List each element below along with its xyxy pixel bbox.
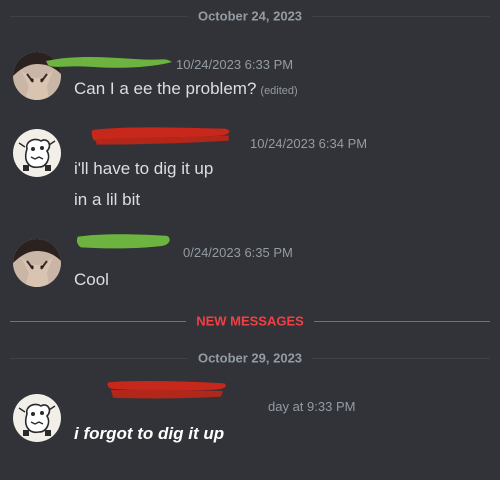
redacted-username <box>91 127 230 145</box>
message-text[interactable]: i forgot to dig it up <box>74 424 224 444</box>
creature-avatar-icon <box>13 129 61 177</box>
avatar[interactable] <box>13 394 61 442</box>
message-timestamp: day at 9:33 PM <box>268 399 356 414</box>
redacted-username <box>107 381 226 399</box>
date-divider-label: October 29, 2023 <box>187 350 313 366</box>
date-divider-label: October 24, 2023 <box>187 8 313 24</box>
date-divider: October 29, 2023 <box>10 350 490 366</box>
message-timestamp: 10/24/2023 6:34 PM <box>250 136 368 151</box>
message-text[interactable]: Can I a ee the problem? (edited) <box>74 79 298 99</box>
new-messages-label: NEW MESSAGES <box>186 313 314 329</box>
message-timestamp: 0/24/2023 6:35 PM <box>183 245 293 260</box>
message-content: Can I a ee the problem? <box>74 79 257 98</box>
redacted-username <box>76 234 170 249</box>
message-text[interactable]: i'll have to dig it up <box>74 159 213 179</box>
date-divider: October 24, 2023 <box>10 8 490 24</box>
avatar[interactable] <box>13 129 61 177</box>
message-text[interactable]: in a lil bit <box>74 190 140 210</box>
edited-tag: (edited) <box>260 85 298 97</box>
redacted-username <box>46 57 172 68</box>
new-messages-divider: NEW MESSAGES <box>10 313 490 329</box>
creature-avatar-icon <box>13 394 61 442</box>
anime-avatar-icon <box>13 239 61 287</box>
message-timestamp: 10/24/2023 6:33 PM <box>176 57 294 72</box>
avatar[interactable] <box>13 239 61 287</box>
message-text[interactable]: Cool <box>74 270 109 290</box>
